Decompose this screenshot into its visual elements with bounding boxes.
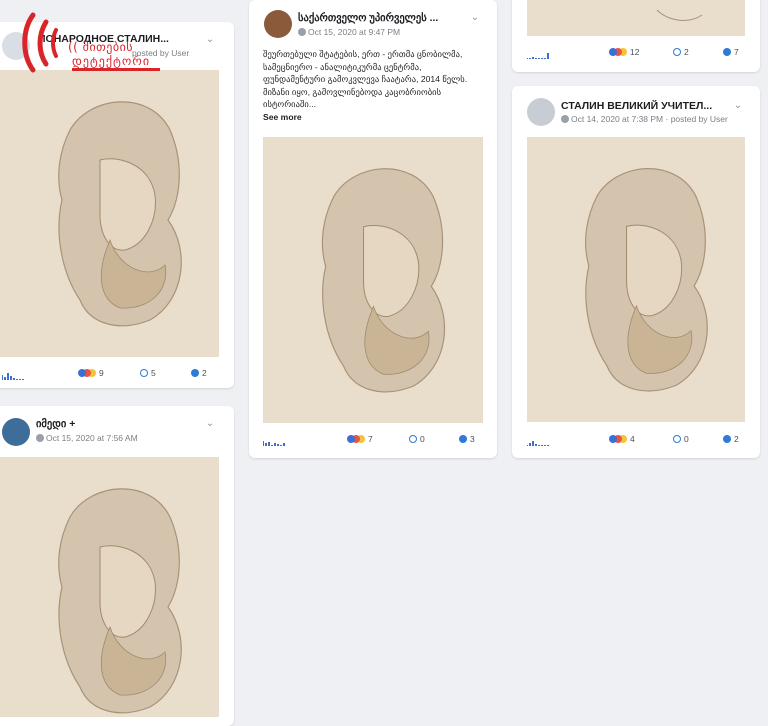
comments-count[interactable]: 5 [140, 368, 156, 378]
post-caption: შეურთებული შტატების, ერთ - ერთმა ცნობილმ… [263, 49, 468, 122]
chevron-down-icon[interactable]: ⌄ [204, 418, 216, 430]
comments-count[interactable]: 2 [673, 47, 689, 57]
page-avatar[interactable] [2, 418, 30, 446]
sketch-portrait [0, 70, 219, 357]
reactions-count[interactable]: 9 [78, 368, 104, 378]
post-meta: Oct 15, 2020 at 9:47 PM [298, 27, 400, 37]
post-card-1: ПОНАРОДНОЕ СТАЛИН... posted by User ⌄ 9 … [0, 22, 234, 388]
chevron-down-icon[interactable]: ⌄ [204, 34, 216, 46]
post-image[interactable] [527, 0, 745, 36]
shares-count[interactable]: 7 [723, 47, 739, 57]
shares-count[interactable]: 2 [723, 434, 739, 444]
reactions-count[interactable]: 7 [347, 434, 373, 444]
myth-detector-logo: (( მითების დეტექტორი [0, 0, 170, 75]
sparkline-icon [263, 441, 285, 446]
sparkline-icon [527, 441, 549, 446]
page-name[interactable]: საქართველო უპირველეს ... [298, 12, 463, 24]
post-image[interactable] [527, 137, 745, 422]
post-stats: 12 2 7 [527, 47, 752, 61]
comments-count[interactable]: 0 [673, 434, 689, 444]
post-image[interactable] [0, 457, 219, 717]
logo-underline [72, 68, 160, 71]
page-avatar[interactable] [527, 98, 555, 126]
page-avatar[interactable] [264, 10, 292, 38]
globe-icon [561, 115, 569, 123]
post-card-5: იმედი + Oct 15, 2020 at 7:56 AM ⌄ [0, 406, 234, 726]
post-stats: 9 5 2 [2, 368, 222, 382]
globe-icon [298, 28, 306, 36]
post-card-4: СТАЛИН ВЕЛИКИЙ УЧИТЕЛ... Oct 14, 2020 at… [512, 86, 760, 458]
signal-icon [22, 12, 58, 73]
shares-count[interactable]: 3 [459, 434, 475, 444]
see-more-link[interactable]: See more [263, 112, 302, 122]
post-image[interactable] [0, 70, 219, 357]
sketch-portrait [0, 457, 219, 717]
sparkline-icon [2, 373, 24, 380]
post-card-3: 12 2 7 [512, 0, 760, 72]
post-meta: Oct 15, 2020 at 7:56 AM [36, 433, 138, 443]
post-image[interactable] [263, 137, 483, 423]
shares-count[interactable]: 2 [191, 368, 207, 378]
logo-line-2: დეტექტორი [72, 54, 151, 68]
sparkline-icon [527, 53, 549, 59]
chevron-down-icon[interactable]: ⌄ [469, 12, 481, 24]
post-meta: Oct 14, 2020 at 7:38 PM · posted by User [561, 114, 728, 124]
logo-line-1: (( მითების [68, 40, 134, 54]
post-card-2: საქართველო უპირველეს ... Oct 15, 2020 at… [249, 0, 497, 458]
chevron-down-icon[interactable]: ⌄ [732, 100, 744, 112]
sketch-portrait [527, 137, 745, 422]
post-stats: 7 0 3 [263, 434, 488, 448]
globe-icon [36, 434, 44, 442]
sketch-portrait [527, 0, 745, 36]
sketch-portrait [263, 137, 483, 423]
reactions-count[interactable]: 12 [609, 47, 639, 57]
post-stats: 4 0 2 [527, 434, 752, 448]
page-name[interactable]: იმედი + [36, 418, 186, 430]
reactions-count[interactable]: 4 [609, 434, 635, 444]
comments-count[interactable]: 0 [409, 434, 425, 444]
page-name[interactable]: СТАЛИН ВЕЛИКИЙ УЧИТЕЛ... [561, 100, 726, 112]
